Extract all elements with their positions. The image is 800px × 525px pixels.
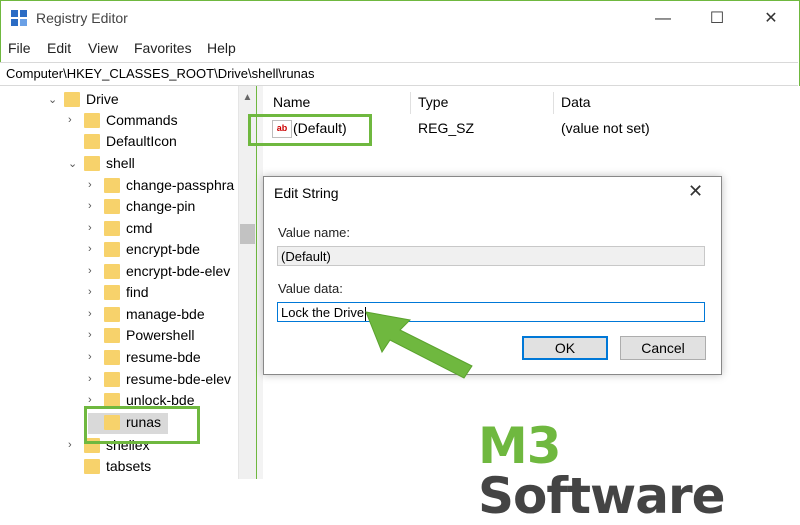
address-bar[interactable]: Computer\HKEY_CLASSES_ROOT\Drive\shell\r… xyxy=(0,62,798,86)
dialog-title: Edit String xyxy=(274,185,339,201)
column-header-type[interactable]: Type xyxy=(418,94,448,110)
chevron-down-icon[interactable]: ⌄ xyxy=(68,157,80,170)
folder-icon xyxy=(104,178,120,193)
chevron-right-icon[interactable]: › xyxy=(88,308,100,320)
folder-icon xyxy=(104,264,120,279)
chevron-right-icon[interactable]: › xyxy=(68,114,80,126)
highlight-runas-key xyxy=(84,406,200,444)
scroll-thumb[interactable] xyxy=(240,224,255,244)
chevron-right-icon[interactable]: › xyxy=(88,200,100,212)
highlight-default-value xyxy=(248,114,372,146)
value-type: REG_SZ xyxy=(418,120,475,136)
menu-favorites[interactable]: Favorites xyxy=(134,40,192,56)
folder-icon xyxy=(104,307,120,322)
value-data-field[interactable]: Lock the Drive xyxy=(277,302,705,322)
folder-icon xyxy=(84,134,100,149)
chevron-right-icon[interactable]: › xyxy=(88,351,100,363)
maximize-button[interactable]: ☐ xyxy=(694,6,740,32)
address-path: Computer\HKEY_CLASSES_ROOT\Drive\shell\r… xyxy=(6,66,315,81)
folder-icon xyxy=(64,92,80,107)
edit-string-dialog: Edit String ✕ Value name: (Default) Valu… xyxy=(263,176,722,375)
chevron-right-icon[interactable]: › xyxy=(88,243,100,255)
m3-software-watermark: M3 Software xyxy=(478,417,726,525)
dialog-close-icon[interactable]: ✕ xyxy=(688,181,703,202)
value-name-field: (Default) xyxy=(277,246,705,266)
chevron-right-icon[interactable]: › xyxy=(88,373,100,385)
chevron-right-icon[interactable]: › xyxy=(88,222,100,234)
folder-icon xyxy=(84,113,100,128)
minimize-button[interactable]: — xyxy=(640,6,686,32)
menu-file[interactable]: File xyxy=(8,40,31,56)
chevron-right-icon[interactable]: › xyxy=(88,265,100,277)
window-title: Registry Editor xyxy=(36,10,128,26)
folder-icon xyxy=(84,156,100,171)
close-button[interactable]: ✕ xyxy=(748,6,794,32)
registry-editor-icon xyxy=(11,10,27,26)
folder-icon xyxy=(104,221,120,236)
column-header-data[interactable]: Data xyxy=(561,94,591,110)
menu-help[interactable]: Help xyxy=(207,40,236,56)
column-header-name[interactable]: Name xyxy=(273,94,310,110)
folder-icon xyxy=(104,199,120,214)
menu-edit[interactable]: Edit xyxy=(47,40,71,56)
scroll-up-icon[interactable]: ▲ xyxy=(239,92,256,103)
folder-icon xyxy=(104,285,120,300)
menu-bar: File Edit View Favorites Help xyxy=(0,40,800,60)
title-bar: Registry Editor — ☐ ✕ xyxy=(0,0,800,36)
ok-button[interactable]: OK xyxy=(522,336,608,360)
chevron-right-icon[interactable]: › xyxy=(88,286,100,298)
value-data-label: Value data: xyxy=(278,281,343,296)
chevron-right-icon[interactable]: › xyxy=(88,394,100,406)
chevron-right-icon[interactable]: › xyxy=(88,329,100,341)
chevron-right-icon[interactable]: › xyxy=(88,179,100,191)
value-name-label: Value name: xyxy=(278,225,351,240)
menu-view[interactable]: View xyxy=(88,40,118,56)
column-divider[interactable] xyxy=(410,92,411,114)
value-data: (value not set) xyxy=(561,120,650,136)
folder-icon xyxy=(104,372,120,387)
cancel-button[interactable]: Cancel xyxy=(620,336,706,360)
folder-icon xyxy=(104,350,120,365)
folder-icon xyxy=(104,328,120,343)
chevron-down-icon[interactable]: ⌄ xyxy=(48,93,60,106)
folder-icon xyxy=(104,242,120,257)
annotation-arrow-icon xyxy=(365,311,473,379)
column-divider[interactable] xyxy=(553,92,554,114)
folder-icon xyxy=(84,459,100,474)
chevron-right-icon[interactable]: › xyxy=(68,439,80,451)
